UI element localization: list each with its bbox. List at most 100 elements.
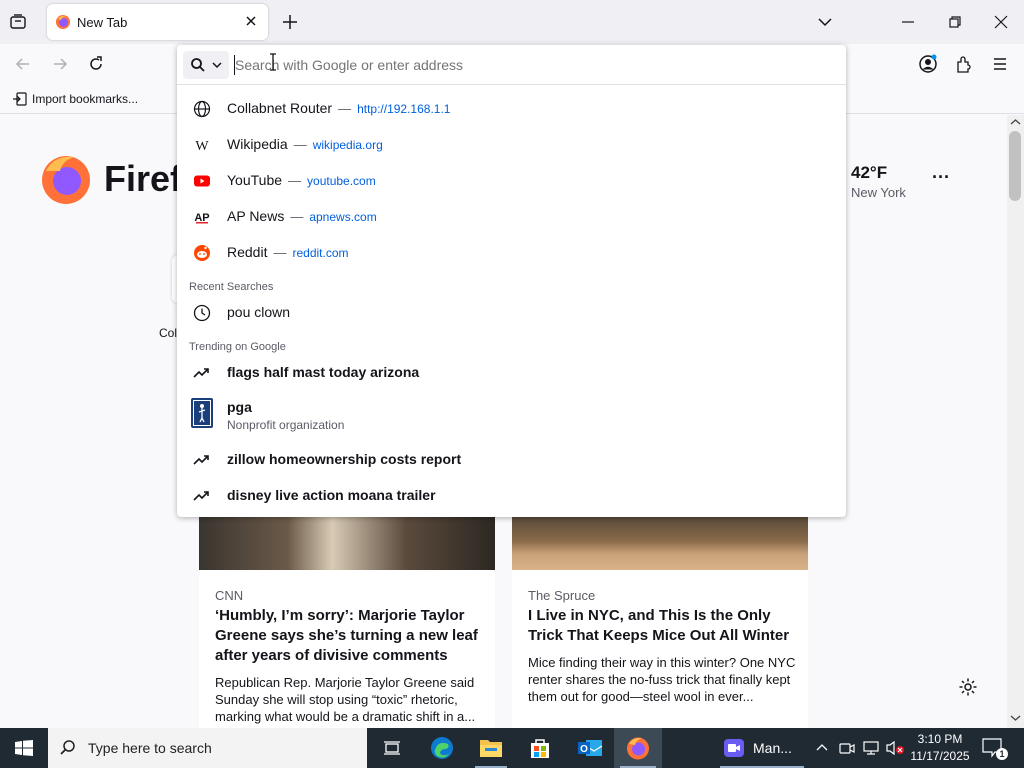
address-input[interactable] <box>235 53 825 77</box>
suggestion-title: Wikipedia <box>227 136 288 152</box>
recent-searches-heading: Recent Searches <box>189 281 274 293</box>
firefox-taskbar-icon[interactable] <box>614 728 662 768</box>
back-icon[interactable] <box>14 55 32 73</box>
file-explorer-icon[interactable] <box>467 728 515 768</box>
taskbar-search-box[interactable]: Type here to search <box>48 728 367 768</box>
suggestion-url: youtube.com <box>307 174 376 188</box>
trending-icon <box>193 487 211 505</box>
chevron-down-icon <box>212 62 222 69</box>
trending-item[interactable]: pga Nonprofit organization <box>177 390 846 436</box>
network-icon[interactable] <box>862 740 880 756</box>
microsoft-store-icon[interactable] <box>516 728 564 768</box>
meet-now-icon[interactable] <box>839 740 855 756</box>
scroll-down-icon[interactable] <box>1007 713 1024 723</box>
search-icon <box>191 58 205 72</box>
trending-icon <box>193 451 211 469</box>
import-icon <box>13 92 27 106</box>
trending-text: disney live action moana trailer <box>227 487 436 503</box>
trending-text: flags half mast today arizona <box>227 364 420 380</box>
youtube-icon <box>193 172 211 190</box>
forward-icon[interactable] <box>51 55 69 73</box>
outlook-icon[interactable]: O <box>566 728 614 768</box>
suggestion-title: Reddit <box>227 244 268 260</box>
story-image <box>199 517 495 570</box>
weather-temp: 42°F <box>851 163 888 182</box>
suggestion-wikipedia[interactable]: W Wikipedia — wikipedia.org <box>177 126 846 162</box>
recent-search-text: pou clown <box>227 304 291 320</box>
trending-icon <box>193 364 211 382</box>
edge-icon[interactable] <box>418 728 466 768</box>
suggestion-ap-news[interactable]: AP AP News — apnews.com <box>177 198 846 234</box>
story-description: Mice finding their way in this winter? O… <box>528 655 796 704</box>
task-view-icon[interactable] <box>368 728 416 768</box>
tab-new-tab[interactable]: New Tab <box>47 4 268 40</box>
story-source: CNN <box>215 588 244 603</box>
reddit-icon <box>193 244 211 262</box>
urlbar-results-panel: Collabnet Router—http://192.168.1.1 W Wi… <box>177 45 846 517</box>
app-menu-icon[interactable] <box>991 55 1009 73</box>
start-button[interactable] <box>0 728 48 768</box>
firefox-wordmark: Firef <box>104 158 183 199</box>
scrollbar[interactable] <box>1007 115 1024 728</box>
reload-icon[interactable] <box>87 55 105 73</box>
story-image <box>512 517 808 570</box>
suggestion-reddit[interactable]: Reddit — reddit.com <box>177 234 846 270</box>
customize-gear-icon[interactable] <box>958 677 978 697</box>
restore-icon[interactable] <box>947 14 963 30</box>
windows-logo-icon <box>15 740 33 756</box>
globe-icon <box>193 100 211 118</box>
import-bookmarks-label: Import bookmarks... <box>32 92 139 106</box>
apnews-icon: AP <box>193 208 211 226</box>
story-card[interactable]: The Spruce I Live in NYC, and This Is th… <box>512 517 808 728</box>
notification-count-badge: 1 <box>996 748 1008 760</box>
suggestion-youtube[interactable]: YouTube — youtube.com <box>177 162 846 198</box>
close-tab-icon[interactable] <box>244 14 258 28</box>
wikipedia-icon: W <box>193 136 211 154</box>
suggestion-collabnet-router[interactable]: Collabnet Router — http://192.168.1.1 <box>177 90 846 126</box>
tab-strip: New Tab <box>0 0 1024 44</box>
history-clock-icon <box>193 304 211 322</box>
new-tab-icon[interactable] <box>281 13 299 31</box>
clock-time: 3:10 PM <box>917 732 963 746</box>
zoom-meeting-taskbar-item[interactable]: Man... <box>720 728 804 768</box>
divider <box>177 84 846 85</box>
suggestion-url: wikipedia.org <box>312 138 383 152</box>
svg-text:W: W <box>195 139 209 154</box>
search-icon <box>60 740 75 755</box>
trending-item[interactable]: flags half mast today arizona <box>177 354 846 390</box>
close-window-icon[interactable] <box>993 14 1009 30</box>
scroll-up-icon[interactable] <box>1007 117 1024 127</box>
show-hidden-icons-icon[interactable] <box>815 741 829 755</box>
trending-heading: Trending on Google <box>189 341 286 353</box>
suggestion-title: Collabnet Router <box>227 100 333 116</box>
search-engine-button[interactable] <box>183 51 229 79</box>
running-app-label: Man... <box>753 740 792 756</box>
shortcut-label: Col <box>159 326 178 340</box>
weather-more-icon[interactable]: ··· <box>932 167 950 188</box>
story-headline: ‘Humbly, I’m sorry’: Marjorie Taylor Gre… <box>215 607 478 664</box>
tab-overview-icon[interactable] <box>8 12 28 32</box>
notifications-icon[interactable]: 1 <box>982 738 1008 760</box>
list-all-tabs-icon[interactable] <box>817 14 833 30</box>
extensions-icon[interactable] <box>955 55 973 73</box>
recent-search-item[interactable]: pou clown <box>177 294 846 330</box>
account-icon[interactable] <box>918 54 938 74</box>
story-headline: I Live in NYC, and This Is the Only Tric… <box>528 607 790 644</box>
suggestion-title: AP News <box>227 208 285 224</box>
suggestion-url: apnews.com <box>309 210 377 224</box>
pga-logo-icon <box>191 398 213 428</box>
minimize-icon[interactable] <box>900 14 916 30</box>
weather-city: New York <box>851 185 906 200</box>
story-card[interactable]: CNN ‘Humbly, I’m sorry’: Marjorie Taylor… <box>199 517 495 728</box>
clock[interactable]: 3:10 PM 11/17/2025 <box>908 731 972 765</box>
trending-item[interactable]: zillow homeownership costs report <box>177 441 846 477</box>
firefox-logo: Firef <box>40 153 182 205</box>
svg-text:O: O <box>580 744 588 755</box>
import-bookmarks-button[interactable]: Import bookmarks... <box>12 91 138 107</box>
weather-widget[interactable]: 42°F New York <box>851 163 906 200</box>
trending-item[interactable]: disney live action moana trailer <box>177 477 846 513</box>
volume-muted-icon[interactable] <box>885 740 905 756</box>
scrollbar-thumb[interactable] <box>1009 131 1021 201</box>
suggestion-url: reddit.com <box>292 246 349 260</box>
suggestion-title: YouTube <box>227 172 283 188</box>
